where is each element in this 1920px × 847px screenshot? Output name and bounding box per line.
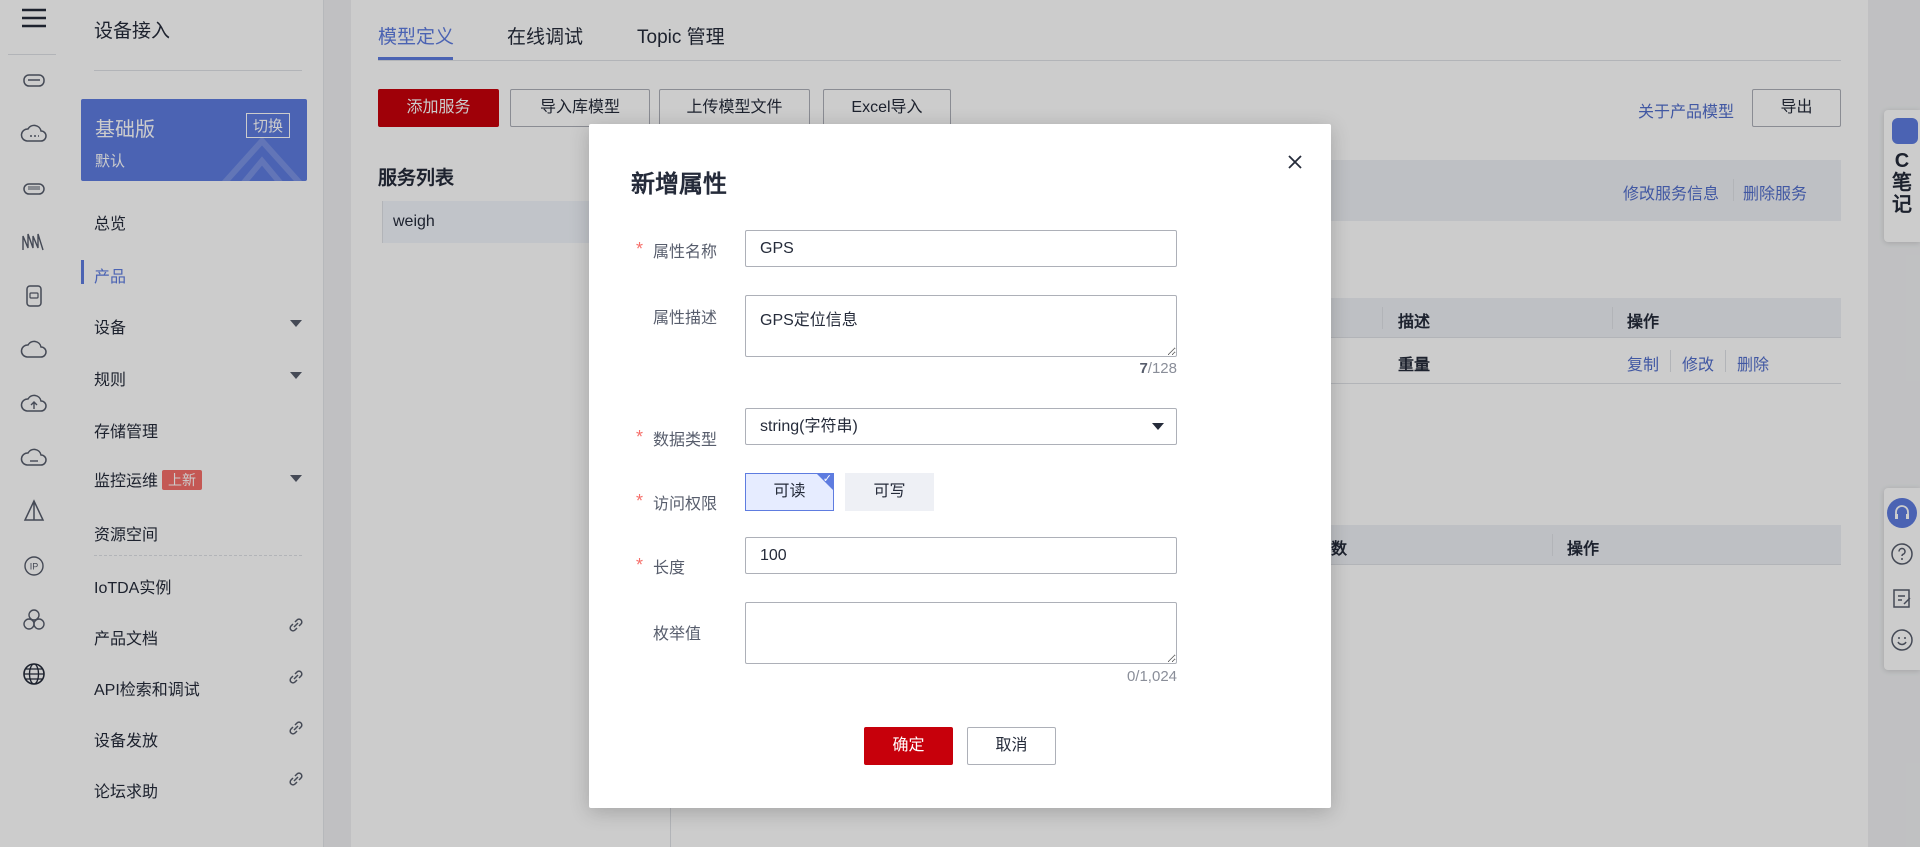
data-type-select[interactable]: string(字符串) [745,408,1177,445]
field-label-enum: 枚举值 [653,626,702,643]
field-label-description: 属性描述 [653,310,718,327]
enum-values-textarea[interactable] [745,602,1177,664]
close-icon[interactable] [1284,151,1306,173]
required-marker: * [636,491,644,511]
description-max: /128 [1147,360,1177,377]
property-description-textarea[interactable]: GPS定位信息 [745,295,1177,357]
add-property-dialog: 新增属性 * 属性名称 属性描述 GPS定位信息 7/128 * 数据类型 st… [589,124,1331,808]
access-readable-option[interactable]: 可读 ✓ [745,473,834,511]
property-name-input[interactable] [745,230,1177,267]
required-marker: * [636,239,644,259]
check-icon: ✓ [822,473,832,485]
field-label-access: 访问权限 [653,496,718,513]
access-writable-option[interactable]: 可写 [845,473,934,511]
field-label-name: 属性名称 [653,244,718,261]
dialog-title: 新增属性 [631,171,727,198]
length-input[interactable] [745,537,1177,574]
field-label-data-type: 数据类型 [653,432,718,449]
field-label-length: 长度 [653,560,686,577]
access-readable-label: 可读 [773,483,806,500]
description-count: 7 [1139,360,1148,377]
description-char-counter: 7/128 [1077,360,1177,377]
cancel-button[interactable]: 取消 [967,727,1056,765]
enum-char-counter: 0/1,024 [1126,668,1177,685]
chevron-down-icon[interactable] [1152,423,1164,430]
required-marker: * [636,427,644,447]
required-marker: * [636,555,644,575]
confirm-button[interactable]: 确定 [864,727,953,765]
